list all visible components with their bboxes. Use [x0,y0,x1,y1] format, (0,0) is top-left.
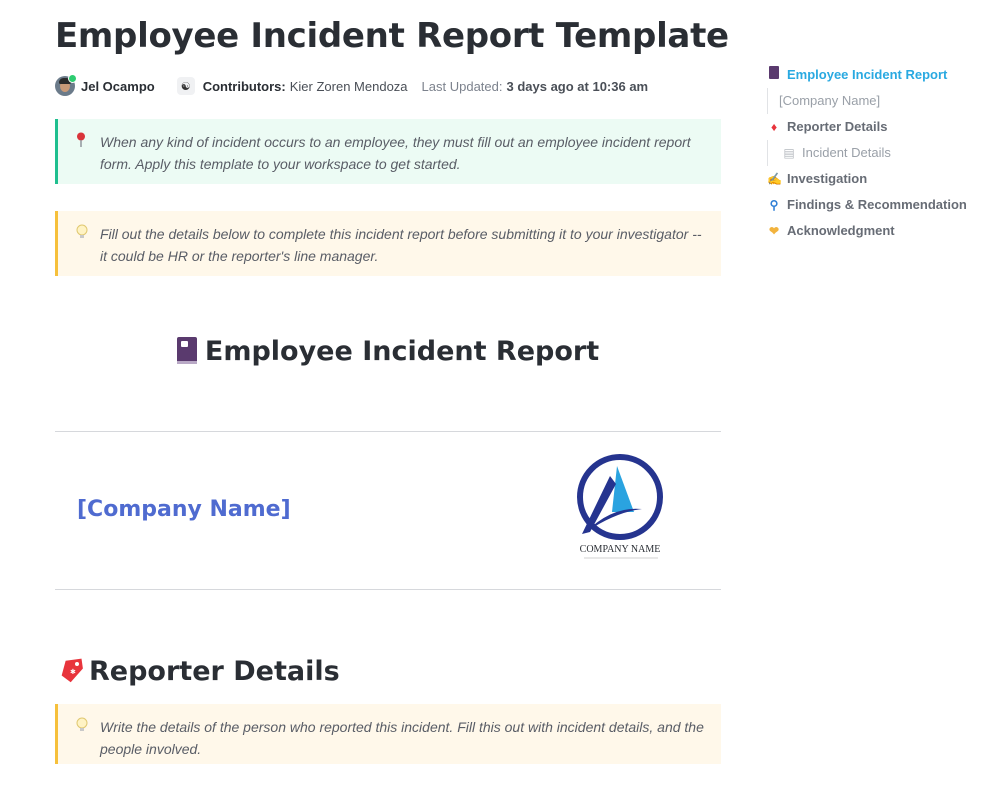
toc-item-employee-incident-report[interactable]: Employee Incident Report [767,62,987,88]
tag-icon: ♦ [770,120,778,134]
toc-item-label: Incident Details [802,145,891,160]
toc-item-label: Findings & Recommendation [787,197,967,212]
toc-item-reporter-details[interactable]: ♦ Reporter Details [767,114,987,140]
toc-item-label: Employee Incident Report [787,67,948,82]
book-icon [176,337,197,364]
svg-text:✱: ✱ [70,668,76,676]
magnifier-icon: ⚲ [769,198,779,212]
handshake-icon: ❤ [768,224,780,238]
author-name[interactable]: Jel Ocampo [81,79,155,94]
last-updated-label: Last Updated: [421,78,503,94]
contributors-label: Contributors: [202,78,286,94]
doc-meta: Jel Ocampo ☯ Contributors: Kier Zoren Me… [55,74,649,96]
toc-item-label: Acknowledgment [787,223,895,238]
last-updated-value: 3 days ago at 10:36 am [506,78,649,94]
instructions-callout: Fill out the details below to complete t… [55,211,721,276]
toc-item-investigation[interactable]: ✍ Investigation [767,166,987,192]
pin-icon [76,132,86,154]
toc-item-label: Investigation [787,171,868,186]
logo-text: COMPANY NAME [580,544,661,555]
company-logo: COMPANY NAME [572,454,672,564]
author-avatar[interactable] [55,74,77,96]
toc-item-company-name[interactable]: [Company Name] [767,88,987,114]
online-status-dot [68,74,77,83]
instructions-callout-text: Fill out the details below to complete t… [100,226,702,264]
reporter-callout: Write the details of the person who repo… [55,704,721,764]
company-name: [Company Name] [77,497,291,522]
table-of-contents: Employee Incident Report [Company Name] … [767,62,987,244]
lightbulb-icon [76,224,88,246]
tag-icon: ✱ [59,656,83,683]
report-heading-text: Employee Incident Report [204,336,600,367]
report-heading: Employee Incident Report [55,336,721,367]
reporter-callout-text: Write the details of the person who repo… [100,719,704,757]
contributors-names[interactable]: Kier Zoren Mendoza [290,79,408,94]
contributors-icon: ☯ [176,77,195,95]
intro-callout: When any kind of incident occurs to an e… [55,119,721,184]
document-icon: ▤ [783,146,795,160]
divider [55,589,721,590]
book-icon [767,64,781,86]
toc-item-label: Reporter Details [787,119,888,134]
reporter-heading-text: Reporter Details [89,656,340,687]
writing-hand-icon: ✍ [767,172,782,186]
page-title: Employee Incident Report Template [55,16,729,56]
lightbulb-icon [76,717,88,739]
toc-item-findings-recommendation[interactable]: ⚲ Findings & Recommendation [767,192,987,218]
toc-item-label: [Company Name] [779,93,881,108]
divider [55,431,721,432]
intro-callout-text: When any kind of incident occurs to an e… [100,134,691,172]
reporter-heading: ✱ Reporter Details [59,656,340,687]
toc-item-acknowledgment[interactable]: ❤ Acknowledgment [767,218,987,244]
toc-item-incident-details[interactable]: ▤ Incident Details [767,140,987,166]
